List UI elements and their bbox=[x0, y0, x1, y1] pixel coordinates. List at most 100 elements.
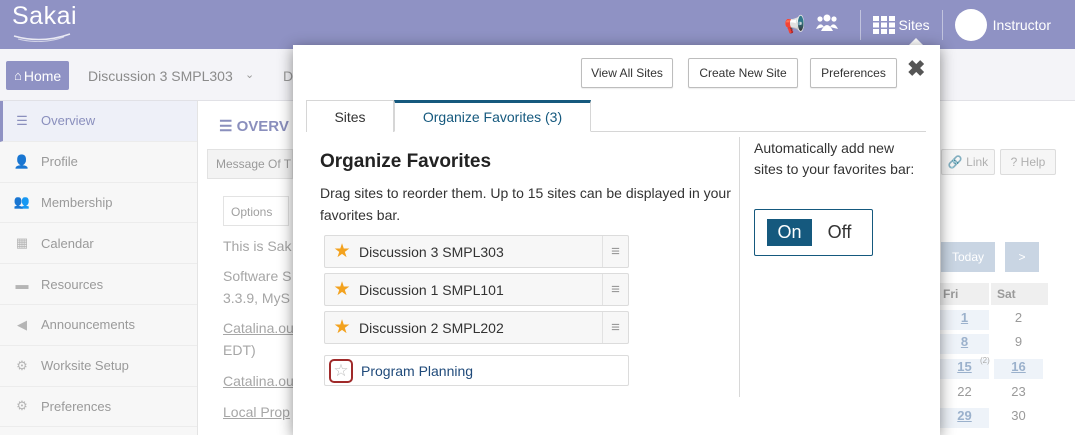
favorite-site-name: Discussion 1 SMPL101 bbox=[359, 281, 504, 298]
calendar-today-button[interactable]: Today bbox=[941, 242, 995, 272]
nav-label: Preferences bbox=[41, 398, 112, 414]
calendar-icon: ▦ bbox=[15, 235, 29, 251]
toggle-off-option[interactable]: Off bbox=[817, 219, 862, 246]
motd-link[interactable]: Catalina.ou bbox=[223, 320, 294, 336]
nav-item-profile[interactable]: 👤 Profile bbox=[0, 142, 197, 183]
favorite-site-row[interactable]: ★ Discussion 2 SMPL202 ≡ bbox=[324, 311, 629, 344]
motd-link[interactable]: Catalina.ou bbox=[223, 373, 294, 389]
tab-sites[interactable]: Sites bbox=[306, 100, 394, 132]
sites-popover: View All Sites Create New Site Preferenc… bbox=[293, 45, 940, 435]
folder-icon: ▬ bbox=[15, 276, 29, 292]
star-filled-icon[interactable]: ★ bbox=[325, 240, 359, 263]
megaphone-icon[interactable]: 📢 bbox=[784, 15, 805, 35]
drag-handle-icon[interactable]: ≡ bbox=[602, 236, 628, 267]
chevron-down-icon[interactable]: ⌄ bbox=[245, 68, 254, 81]
cogs-icon: ⚙ bbox=[16, 357, 28, 373]
nav-item-resources[interactable]: ▬ Resources bbox=[0, 264, 197, 305]
motd-line: Software S bbox=[223, 268, 292, 284]
tool-menu: ☰ Overview 👤 Profile 👥 Membership ▦ Cale… bbox=[0, 101, 198, 435]
calendar-day: 22 bbox=[957, 384, 972, 399]
link-button-label: Link bbox=[966, 155, 989, 169]
motd-line: EDT) bbox=[223, 342, 256, 358]
nav-label: Announcements bbox=[41, 317, 135, 333]
nav-label: Worksite Setup bbox=[41, 358, 129, 374]
calendar-day[interactable]: 1 bbox=[940, 310, 989, 330]
grid-icon bbox=[872, 15, 895, 34]
nav-item-calendar[interactable]: ▦ Calendar bbox=[0, 223, 197, 265]
page-title: ☰ OVERV bbox=[219, 117, 289, 135]
auto-favorite-toggle[interactable]: On Off bbox=[754, 209, 873, 256]
motd-header: Message Of T bbox=[207, 149, 293, 179]
calendar-next-button[interactable]: > bbox=[1005, 242, 1039, 272]
non-favorite-site-row: ☆ Program Planning bbox=[324, 355, 629, 386]
calendar-day[interactable]: 16 bbox=[994, 359, 1043, 379]
topbar-divider bbox=[941, 9, 943, 40]
auto-add-text: Automatically add new sites to your favo… bbox=[754, 140, 915, 177]
site-crumb[interactable]: Discussion 3 SMPL303 bbox=[88, 68, 233, 84]
nav-label: Overview bbox=[41, 113, 96, 129]
motd-line: This is Sak bbox=[223, 238, 292, 254]
home-label: Home bbox=[23, 67, 62, 84]
site-name[interactable]: Program Planning bbox=[361, 363, 628, 379]
options-tab[interactable]: Options bbox=[223, 196, 289, 226]
home-icon: ⌂ bbox=[14, 68, 22, 83]
create-new-site-button[interactable]: Create New Site bbox=[688, 58, 798, 88]
link-icon: 🔗 bbox=[947, 155, 963, 169]
site-crumb-next[interactable]: D bbox=[283, 68, 293, 84]
view-all-sites-button[interactable]: View All Sites bbox=[581, 58, 673, 88]
close-icon[interactable]: ✖ bbox=[907, 58, 925, 80]
star-filled-icon[interactable]: ★ bbox=[325, 316, 359, 339]
calendar-day: 30 bbox=[1011, 408, 1026, 423]
link-button[interactable]: 🔗 Link bbox=[941, 149, 995, 175]
toggle-on-option[interactable]: On bbox=[767, 219, 812, 246]
organize-favorites-description: Drag sites to reorder them. Up to 15 sit… bbox=[320, 185, 731, 223]
favorite-site-row[interactable]: ★ Discussion 1 SMPL101 ≡ bbox=[324, 273, 629, 306]
topbar-divider bbox=[859, 9, 861, 40]
preferences-button[interactable]: Preferences bbox=[810, 58, 897, 88]
logo-swoosh-icon bbox=[13, 33, 71, 42]
users-icon[interactable] bbox=[815, 13, 838, 36]
panel-divider bbox=[739, 137, 740, 397]
drag-handle-icon[interactable]: ≡ bbox=[602, 274, 628, 305]
favorite-site-row[interactable]: ★ Discussion 3 SMPL303 ≡ bbox=[324, 235, 629, 268]
nav-label: Profile bbox=[41, 154, 78, 170]
tab-organize-favorites[interactable]: Organize Favorites (3) bbox=[394, 100, 591, 132]
overview-title-text: OVERV bbox=[236, 118, 289, 135]
list-icon: ☰ bbox=[219, 118, 237, 135]
calendar-day-header: Sat bbox=[991, 283, 1048, 305]
nav-item-worksite-setup[interactable]: ⚙ Worksite Setup bbox=[0, 346, 197, 387]
calendar-day[interactable]: 29 bbox=[940, 408, 989, 428]
organize-favorites-heading: Organize Favorites bbox=[320, 151, 492, 172]
avatar[interactable] bbox=[954, 8, 987, 41]
motd-link[interactable]: Local Prop bbox=[223, 404, 290, 420]
sites-label: Sites bbox=[898, 16, 930, 33]
nav-item-overview[interactable]: ☰ Overview bbox=[0, 101, 197, 142]
calendar-day: 23 bbox=[1011, 384, 1026, 399]
calendar-day-header: Fri bbox=[937, 283, 989, 305]
calendar-day: 2 bbox=[1014, 310, 1023, 325]
gear-icon: ⚙ bbox=[16, 398, 28, 414]
nav-item-announcements[interactable]: ◀ Announcements bbox=[0, 305, 197, 346]
sakai-logo[interactable]: Sakai bbox=[12, 2, 77, 31]
calendar-day[interactable]: 8 bbox=[940, 334, 989, 354]
users-icon: 👥 bbox=[13, 194, 31, 210]
nav-item-membership[interactable]: 👥 Membership bbox=[0, 183, 197, 224]
nav-item-preferences[interactable]: ⚙ Preferences bbox=[0, 387, 197, 428]
nav-label: Membership bbox=[41, 194, 113, 210]
favorite-site-name: Discussion 3 SMPL303 bbox=[359, 243, 504, 260]
drag-handle-icon[interactable]: ≡ bbox=[602, 312, 628, 343]
help-button[interactable]: ? Help bbox=[1000, 149, 1056, 175]
event-count-badge: (2) bbox=[980, 356, 990, 365]
star-filled-icon[interactable]: ★ bbox=[325, 278, 359, 301]
calendar-day: 9 bbox=[1014, 334, 1023, 349]
nav-label: Calendar bbox=[41, 235, 94, 251]
favorite-site-name: Discussion 2 SMPL202 bbox=[359, 319, 504, 336]
nav-label: Resources bbox=[41, 276, 104, 292]
home-button[interactable]: ⌂ Home bbox=[6, 61, 70, 90]
user-name[interactable]: Instructor bbox=[993, 17, 1051, 33]
list-icon: ☰ bbox=[16, 112, 28, 128]
user-icon: 👤 bbox=[13, 153, 31, 169]
star-outline-icon[interactable]: ☆ bbox=[329, 358, 353, 383]
megaphone-icon: ◀ bbox=[17, 316, 27, 332]
sites-menu-button[interactable]: Sites bbox=[872, 15, 930, 34]
